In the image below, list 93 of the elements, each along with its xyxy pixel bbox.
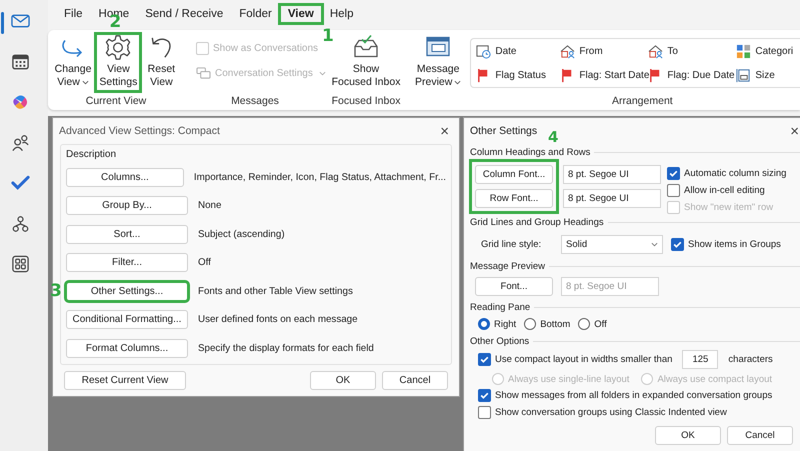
setting-summary: Subject (ascending) (198, 228, 285, 240)
group-label: Messages (231, 95, 279, 107)
dialog-button[interactable]: Group By... (66, 196, 188, 215)
arrangement-option[interactable]: Flag: Start Date (560, 63, 648, 87)
reset-button[interactable]: Reset Current View (64, 370, 186, 390)
arrangement-option[interactable]: Flag Status (476, 63, 560, 87)
section-heading: Other Options (470, 336, 530, 347)
radio-label: Off (594, 318, 607, 330)
contact-card-icon (648, 44, 664, 58)
section-heading: Grid Lines and Group Headings (470, 217, 604, 228)
settings-icon (104, 34, 132, 61)
section-heading: Reading Pane (470, 302, 530, 313)
checkbox[interactable] (478, 389, 491, 402)
field-label: Grid line style: (481, 239, 542, 250)
step-number: 4 (548, 130, 558, 145)
checkbox-label: Automatic column sizing (684, 168, 786, 179)
dialog-title: Advanced View Settings: Compact (59, 125, 220, 137)
unit-label: characters (728, 354, 773, 365)
font-button[interactable]: Column Font... (475, 165, 553, 184)
swirl-logo-icon[interactable] (11, 93, 30, 111)
contact-card-icon (560, 44, 576, 58)
checkbox-label: Show messages from all folders in expanded conversation groups (495, 390, 772, 401)
radio-button[interactable] (578, 318, 590, 330)
radio-label: Always use compact layout (657, 374, 772, 384)
ok-button[interactable]: OK (655, 426, 721, 445)
caret-icon (651, 242, 658, 247)
setting-summary: User defined fonts on each message (198, 314, 358, 325)
calendar-icon[interactable] (11, 52, 30, 70)
width-field[interactable]: 125 (682, 350, 718, 369)
people-icon[interactable] (11, 134, 30, 152)
checkbox-label: Use compact layout in widths smaller than (495, 354, 672, 365)
radio-button[interactable] (524, 318, 536, 330)
setting-summary: Specify the display formats for each field (198, 342, 374, 354)
font-button[interactable]: Row Font... (475, 189, 553, 208)
dialog-button[interactable]: Sort... (66, 224, 188, 244)
arrangement-option[interactable]: From (560, 39, 648, 63)
calendar-clock-icon (476, 44, 492, 58)
org-chart-icon[interactable] (11, 214, 30, 232)
grid-style-dropdown[interactable]: Solid (561, 235, 663, 254)
arrangement-option[interactable]: Date (476, 39, 560, 63)
checkbox[interactable] (667, 184, 680, 197)
group-label: Focused Inbox (332, 95, 400, 107)
checkbox-label: Show conversation groups using Classic Indented view (495, 407, 727, 418)
dialog-title: Other Settings (470, 125, 538, 137)
close-icon[interactable]: × (440, 122, 449, 140)
checkbox[interactable] (667, 167, 680, 180)
arrangement-option[interactable]: To (648, 39, 736, 63)
mail-icon[interactable] (11, 12, 30, 30)
section-heading: Message Preview (470, 261, 545, 272)
group-label: Arrangement (612, 95, 673, 107)
radio-label: Right (494, 318, 516, 330)
arrangement-option[interactable]: Flag: Due Date (648, 63, 736, 87)
dialog-button[interactable]: Columns... (66, 168, 184, 186)
section-heading: Column Headings and Rows (470, 147, 590, 158)
setting-summary: Importance, Reminder, Icon, Flag Status, Attachment, Fr... (194, 172, 446, 182)
checkbox[interactable] (671, 238, 684, 251)
apps-icon[interactable] (11, 255, 30, 273)
ok-button[interactable]: OK (310, 370, 376, 390)
setting-summary: Fonts and other Table View settings (198, 286, 353, 296)
chat-bubbles-icon (196, 67, 211, 80)
checkmark-icon[interactable] (11, 174, 30, 192)
setting-summary: None (198, 200, 222, 211)
dialog-button[interactable]: Filter... (66, 253, 188, 272)
menu-tab[interactable]: Send / Receive (137, 5, 232, 23)
dialog-button[interactable]: Conditional Formatting... (66, 310, 188, 329)
radio-label: Always use single-line layout (508, 374, 630, 384)
menu-tab[interactable]: Help (322, 5, 362, 23)
radio-button[interactable] (478, 318, 490, 330)
arrangement-option[interactable]: Size (736, 63, 800, 87)
group-label: Current View (86, 95, 146, 107)
cancel-button[interactable]: Cancel (727, 426, 793, 445)
dialog-button[interactable]: Other Settings... (66, 282, 188, 300)
menu-tab[interactable]: Folder (231, 5, 280, 23)
caret-icon (454, 80, 462, 85)
setting-summary: Off (198, 257, 211, 268)
checkbox-label: Show as Conversations (213, 43, 318, 54)
checkbox[interactable] (478, 353, 491, 366)
radio-label: Bottom (540, 318, 570, 330)
checkbox-label: Allow in-cell editing (684, 185, 765, 196)
font-field[interactable]: 8 pt. Segoe UI (563, 189, 661, 208)
checkbox-label: Show "new item" row (684, 202, 774, 213)
cancel-button[interactable]: Cancel (382, 370, 448, 390)
sized-box-icon (736, 68, 752, 82)
group-heading: Description (66, 149, 118, 160)
dialog-button[interactable]: Format Columns... (66, 338, 188, 358)
close-icon[interactable]: × (790, 122, 799, 140)
caret-icon (318, 71, 326, 76)
checkbox[interactable] (478, 406, 491, 419)
menu-tab[interactable]: File (56, 5, 91, 23)
checkbox-label: Show items in Groups (688, 239, 781, 250)
arrangement-option[interactable]: Categori (736, 39, 800, 63)
color-squares-icon (736, 44, 752, 58)
font-field[interactable]: 8 pt. Segoe UI (563, 165, 661, 184)
